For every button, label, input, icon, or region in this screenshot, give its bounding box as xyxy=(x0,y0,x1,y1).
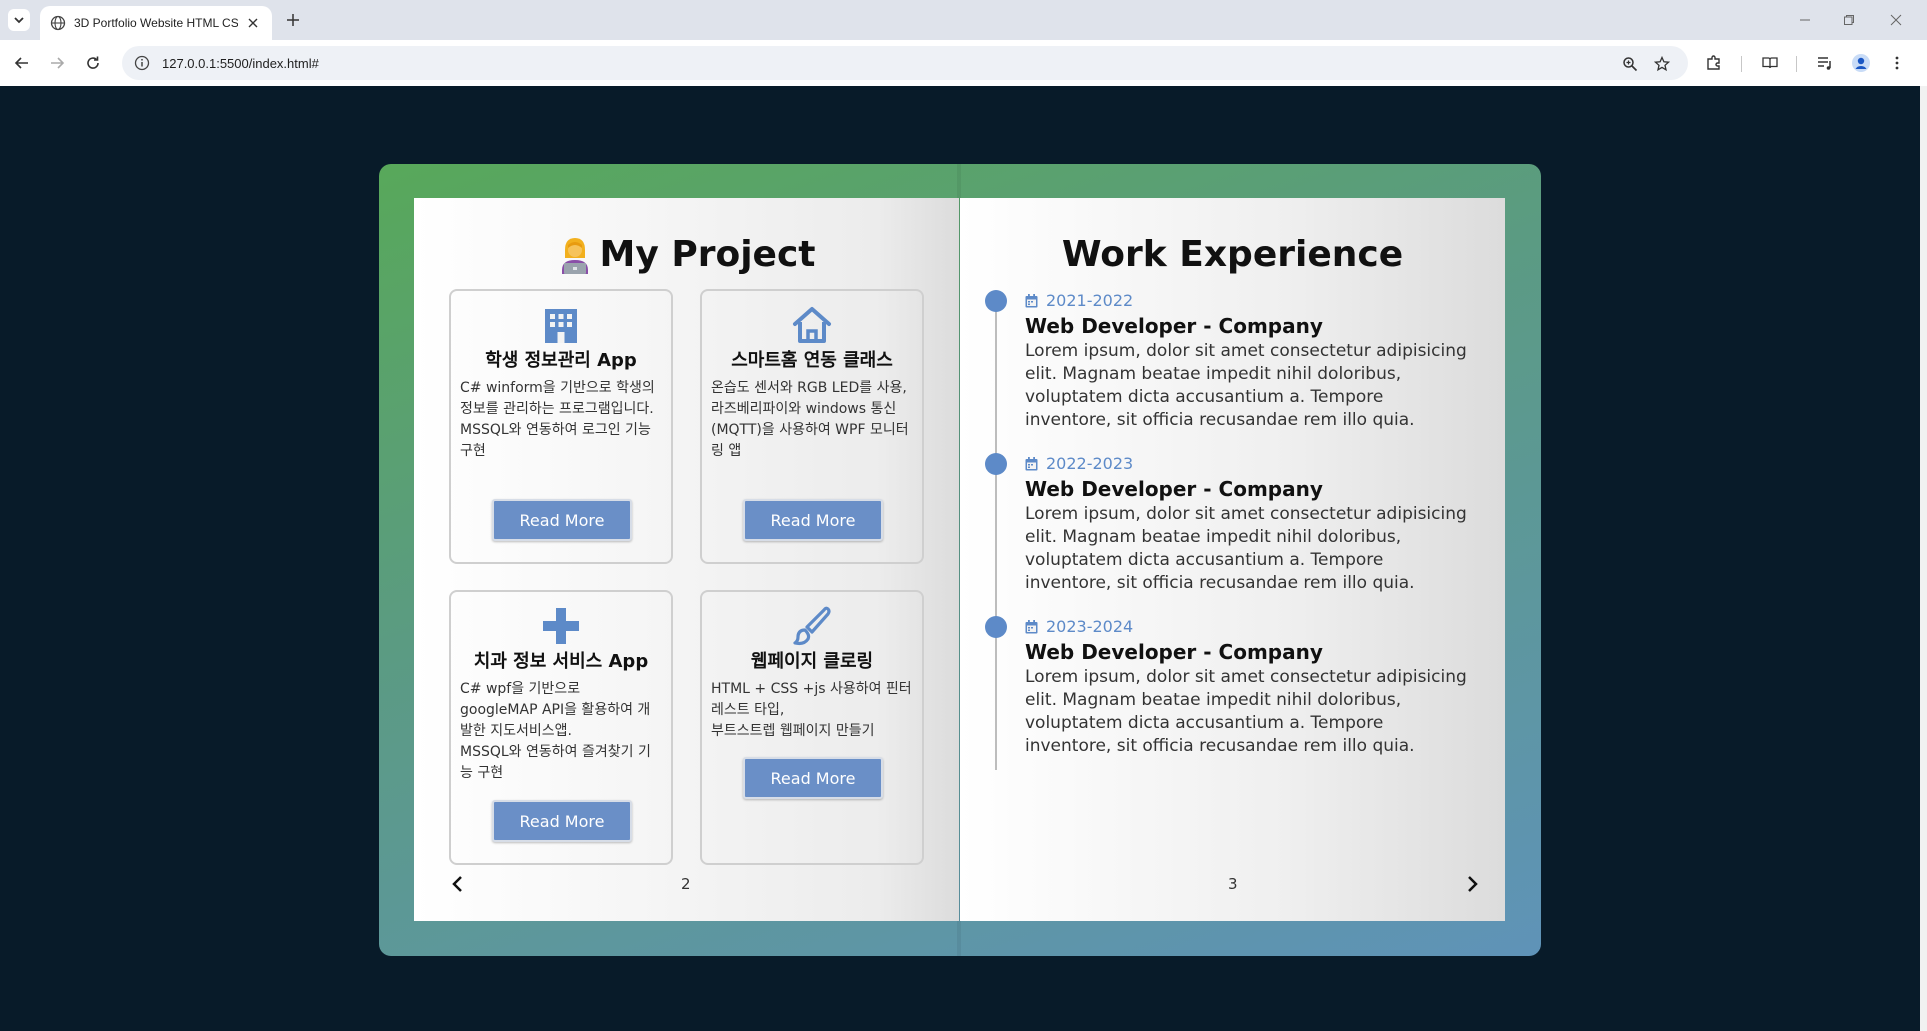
reload-icon xyxy=(87,56,99,69)
zoom-icon-button[interactable] xyxy=(1620,54,1640,74)
info-icon[interactable] xyxy=(134,55,150,71)
reload-button[interactable] xyxy=(81,51,105,75)
calendar-icon xyxy=(1025,293,1038,307)
chevron-left-icon xyxy=(452,876,462,892)
experience-date: 2022-2023 xyxy=(1046,454,1134,473)
browser-tab-active[interactable]: 3D Portfolio Website HTML CSS xyxy=(40,6,272,40)
next-page-button[interactable] xyxy=(1463,874,1483,894)
address-bar[interactable]: 127.0.0.1:5500/index.html# xyxy=(122,46,1688,80)
calendar-icon xyxy=(1025,456,1038,470)
playlist-icon xyxy=(1818,57,1831,70)
experience-role: Web Developer - Company xyxy=(1025,640,1323,664)
project-title: 학생 정보관리 App xyxy=(485,350,637,371)
project-card: 스마트홈 연동 클래스 온습도 센서와 RGB LED를 사용, 라즈베리파이와… xyxy=(700,289,924,564)
url-text: 127.0.0.1:5500/index.html# xyxy=(162,55,319,71)
avatar-icon xyxy=(1852,54,1870,72)
browser-tab-bar: 3D Portfolio Website HTML CSS xyxy=(0,0,1927,40)
arrow-right-icon xyxy=(51,57,65,69)
projects-heading: My Project xyxy=(444,230,929,280)
star-icon xyxy=(1654,56,1670,72)
timeline-dot xyxy=(985,616,1007,638)
project-description: HTML + CSS +js 사용하여 핀터레스트 타입, 부트스트렙 웹페이지… xyxy=(711,681,912,739)
vertical-scrollbar[interactable] xyxy=(1920,86,1927,1031)
restore-icon xyxy=(1844,15,1854,25)
close-icon xyxy=(248,18,258,28)
experience-role: Web Developer - Company xyxy=(1025,314,1323,338)
puzzle-icon xyxy=(1707,55,1720,70)
back-button[interactable] xyxy=(10,51,34,75)
project-card: 치과 정보 서비스 App C# wpf을 기반으로 googleMAP API… xyxy=(449,590,673,865)
right-page: Work Experience 2021-2022 Web Developer … xyxy=(960,198,1505,921)
experience-title: Work Experience xyxy=(1061,234,1404,275)
prev-page-button[interactable] xyxy=(447,874,467,894)
project-description: C# wpf을 기반으로 googleMAP API을 활용하여 개발한 지도서… xyxy=(460,681,651,781)
chevron-right-icon xyxy=(1468,876,1478,892)
toolbar-divider xyxy=(1796,56,1797,72)
experience-description: Lorem ipsum, dolor sit amet consectetur … xyxy=(1025,341,1467,430)
read-more-button[interactable]: Read More xyxy=(743,757,883,799)
timeline-line xyxy=(995,300,997,770)
plus-icon xyxy=(543,608,579,644)
globe-icon xyxy=(50,15,66,31)
tab-close-button[interactable] xyxy=(244,14,262,32)
menu-button[interactable] xyxy=(1886,52,1908,74)
profile-button[interactable] xyxy=(1850,52,1872,74)
left-page: My Project 학생 정보관리 App C# winform을 기반으로 xyxy=(414,198,959,921)
portfolio-book: My Project 학생 정보관리 App C# winform을 기반으로 xyxy=(379,164,1541,956)
book-icon xyxy=(1762,57,1778,69)
close-icon xyxy=(1890,14,1902,26)
more-vert-icon xyxy=(1895,56,1899,70)
reading-mode-button[interactable] xyxy=(1759,52,1781,74)
house-icon xyxy=(793,307,831,343)
close-window-button[interactable] xyxy=(1882,8,1910,32)
project-title: 스마트홈 연동 클래스 xyxy=(731,350,893,371)
project-card: 학생 정보관리 App C# winform을 기반으로 학생의 정보를 관리하… xyxy=(449,289,673,564)
page-number-left: 2 xyxy=(681,875,691,893)
forward-button[interactable] xyxy=(45,51,69,75)
experience-date: 2023-2024 xyxy=(1046,617,1134,636)
project-description: C# winform을 기반으로 학생의 정보를 관리하는 프로그램입니다. M… xyxy=(460,380,655,459)
toolbar-divider xyxy=(1741,56,1742,72)
read-more-button[interactable]: Read More xyxy=(492,800,632,842)
technologist-emoji-icon xyxy=(561,238,588,274)
read-more-button[interactable]: Read More xyxy=(492,499,632,541)
minimize-icon xyxy=(1800,19,1810,21)
restore-button[interactable] xyxy=(1835,8,1863,32)
project-description: 온습도 센서와 RGB LED를 사용, 라즈베리파이와 windows 통신(… xyxy=(711,380,909,459)
page-number-right: 3 xyxy=(1228,875,1238,893)
projects-title: My Project xyxy=(599,234,816,275)
project-title: 치과 정보 서비스 App xyxy=(473,651,649,672)
extensions-button[interactable] xyxy=(1703,52,1725,74)
timeline-dot xyxy=(985,453,1007,475)
experience-heading: Work Experience xyxy=(990,230,1475,280)
read-more-button[interactable]: Read More xyxy=(743,499,883,541)
building-icon xyxy=(545,309,577,343)
tab-title: 3D Portfolio Website HTML CSS xyxy=(74,16,238,30)
chevron-down-icon xyxy=(14,17,24,24)
project-title: 웹페이지 클로링 xyxy=(750,651,874,672)
experience-role: Web Developer - Company xyxy=(1025,477,1323,501)
zoom-icon xyxy=(1623,57,1638,72)
page-viewport: My Project 학생 정보관리 App C# winform을 기반으로 xyxy=(0,86,1920,1031)
browser-toolbar: 127.0.0.1:5500/index.html# xyxy=(0,40,1927,86)
experience-timeline: 2021-2022 Web Developer - Company Lorem … xyxy=(985,290,1485,770)
new-tab-button[interactable] xyxy=(282,9,304,31)
experience-date: 2021-2022 xyxy=(1046,291,1134,310)
plus-icon xyxy=(287,14,299,26)
experience-description: Lorem ipsum, dolor sit amet consectetur … xyxy=(1025,504,1467,593)
bookmark-button[interactable] xyxy=(1652,54,1672,74)
tab-list-button[interactable] xyxy=(8,9,30,31)
minimize-button[interactable] xyxy=(1791,8,1819,32)
timeline-dot xyxy=(985,290,1007,312)
calendar-icon xyxy=(1025,619,1038,633)
arrow-left-icon xyxy=(14,57,28,69)
paintbrush-icon xyxy=(793,606,831,646)
project-card: 웹페이지 클로링 HTML + CSS +js 사용하여 핀터레스트 타입, 부… xyxy=(700,590,924,865)
media-control-button[interactable] xyxy=(1814,52,1836,74)
experience-description: Lorem ipsum, dolor sit amet consectetur … xyxy=(1025,667,1467,756)
